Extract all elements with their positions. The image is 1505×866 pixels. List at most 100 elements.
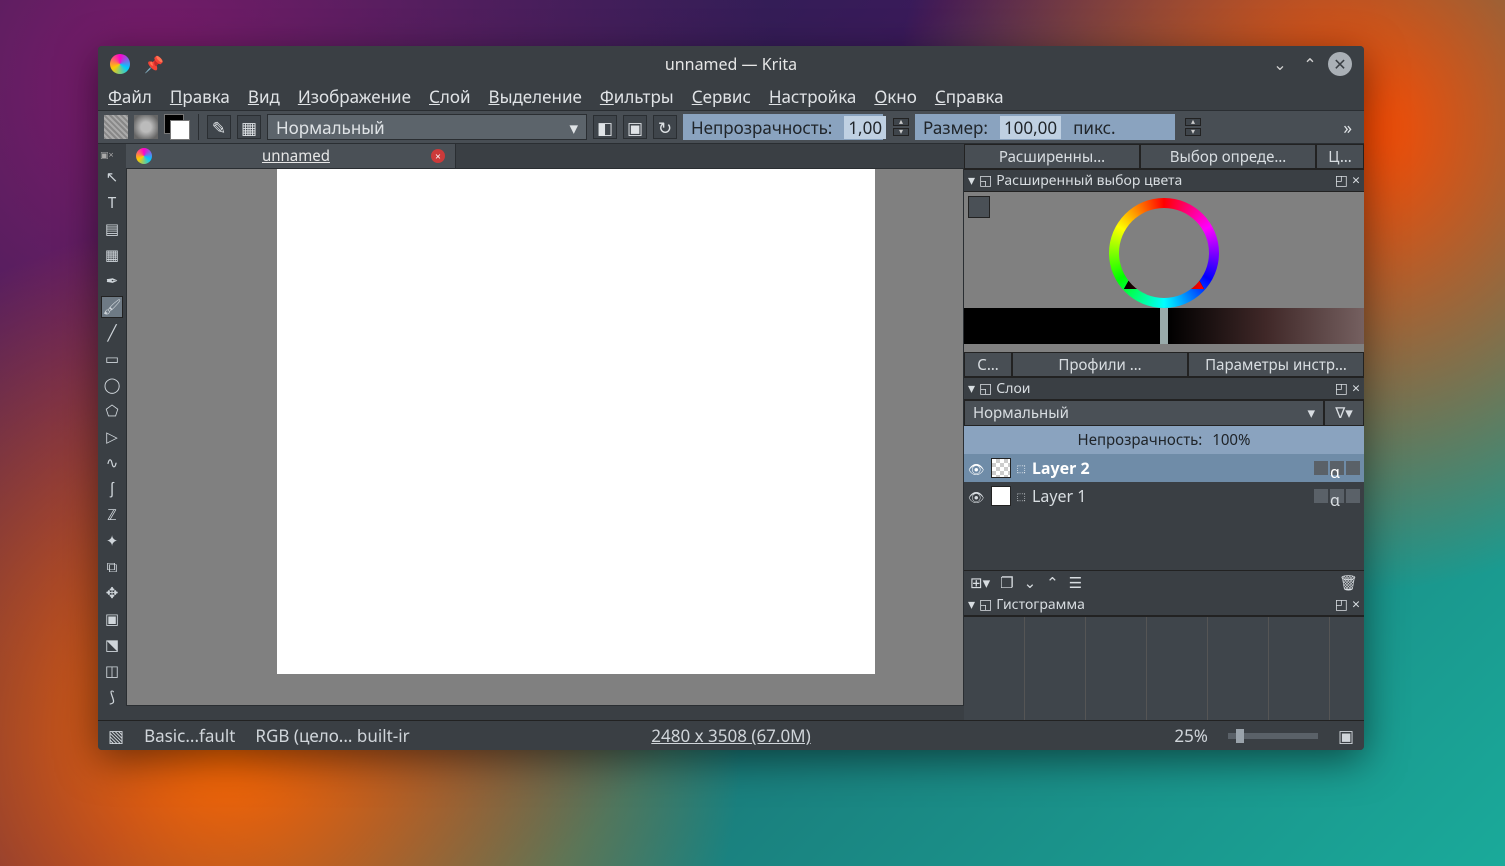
tab-profiles[interactable]: Профили … <box>1012 352 1188 377</box>
horizontal-scrollbar[interactable] <box>126 706 964 720</box>
tab-layers-short[interactable]: С… <box>964 352 1012 377</box>
layer-down-icon[interactable]: ⌄ <box>1024 573 1037 593</box>
tool-line[interactable]: ╱ <box>101 322 123 344</box>
float-icon[interactable]: ◱ <box>979 171 992 190</box>
zoom-slider[interactable] <box>1228 733 1318 739</box>
menu-view[interactable]: Вид <box>248 85 280 108</box>
tool-select[interactable]: ↖ <box>101 166 123 188</box>
tool-brush[interactable]: 🖌 <box>101 296 123 318</box>
layer-name[interactable]: Layer 1 <box>1032 485 1086 507</box>
tool-multibrush[interactable]: ✦ <box>101 530 123 552</box>
color-triangle[interactable] <box>1124 217 1204 289</box>
menu-settings[interactable]: Настройка <box>769 85 857 108</box>
layer-blend-combo[interactable]: Нормальный ▾ <box>964 400 1324 426</box>
toolbar-overflow-icon[interactable]: » <box>1337 116 1358 139</box>
minimize-icon[interactable]: ⌄ <box>1268 52 1292 76</box>
histogram-panel-title[interactable]: ▾ ◱ Гистограмма ◰ × <box>964 594 1364 616</box>
tool-text[interactable]: T <box>101 192 123 214</box>
viewport[interactable] <box>126 168 964 706</box>
layer-opacity-slider[interactable]: Непрозрачность: 100% <box>964 426 1364 454</box>
float-icon[interactable]: ◱ <box>979 379 992 398</box>
tool-dyna[interactable]: ℤ <box>101 504 123 526</box>
layer-up-icon[interactable]: ⌃ <box>1046 573 1059 593</box>
tool-freehand-path[interactable]: ʃ <box>101 478 123 500</box>
delete-layer-icon[interactable]: 🗑 <box>1339 573 1358 593</box>
status-color-profile[interactable]: RGB (цело... built-ir <box>255 724 409 747</box>
layer-locks[interactable]: α <box>1314 489 1360 503</box>
maximize-icon[interactable]: ⌃ <box>1298 52 1322 76</box>
menu-file[interactable]: Файл <box>108 85 152 108</box>
close-icon[interactable]: ✕ <box>1328 52 1352 76</box>
collapse-icon[interactable]: ▾ <box>968 171 975 190</box>
eraser-mode-icon[interactable]: ◧ <box>593 115 617 139</box>
alpha-lock-icon[interactable]: ▣ <box>623 115 647 139</box>
tab-specific-color[interactable]: Выбор опреде… <box>1140 144 1316 169</box>
tool-measure[interactable]: ⟆ <box>101 686 123 708</box>
status-zoom[interactable]: 25% <box>1174 724 1208 747</box>
layer-filter-icon[interactable]: ∇▾ <box>1324 400 1364 426</box>
opacity-spin[interactable]: ▴▾ <box>893 118 909 136</box>
toolbox-header[interactable]: ▣× <box>100 148 124 162</box>
tab-tool-options[interactable]: Параметры инстр… <box>1188 352 1364 377</box>
tool-color-picker[interactable]: ✒ <box>101 270 123 292</box>
undock-icon[interactable]: ◰ <box>1335 171 1348 190</box>
selection-mode-icon[interactable]: ▧ <box>108 724 124 747</box>
titlebar[interactable]: 📌 unnamed — Krita ⌄ ⌃ ✕ <box>98 46 1364 82</box>
pin-icon[interactable]: 📌 <box>144 53 164 75</box>
add-layer-icon[interactable]: ⊞▾ <box>970 573 990 593</box>
panel-close-icon[interactable]: × <box>1352 379 1360 398</box>
document-tab[interactable]: unnamed × <box>126 144 456 168</box>
opacity-slider[interactable]: Непрозрачность: 1,00 <box>683 114 883 140</box>
duplicate-layer-icon[interactable]: ❐ <box>1000 573 1013 593</box>
color-history-icon[interactable] <box>968 196 990 218</box>
tab-close-icon[interactable]: × <box>431 149 445 163</box>
brush-presets-icon[interactable]: ▦ <box>237 115 261 139</box>
blend-mode-combo[interactable]: Нормальный ▾ <box>267 114 587 140</box>
collapse-icon[interactable]: ▾ <box>968 595 975 614</box>
color-selector[interactable] <box>964 192 1364 352</box>
undock-icon[interactable]: ◰ <box>1335 379 1348 398</box>
menu-window[interactable]: Окно <box>874 85 917 108</box>
status-brush[interactable]: Basic...fault <box>144 724 235 747</box>
zoom-full-icon[interactable]: ▣ <box>1338 724 1354 747</box>
layer-row[interactable]: ⬚ Layer 1 α <box>964 482 1364 510</box>
brush-editor-icon[interactable]: ✎ <box>207 115 231 139</box>
tool-polyline[interactable]: ⬠ <box>101 400 123 422</box>
tab-color-short[interactable]: Ц… <box>1316 144 1364 169</box>
color-panel-title[interactable]: ▾ ◱ Расширенный выбор цвета ◰ × <box>964 170 1364 192</box>
layer-name[interactable]: Layer 2 <box>1032 457 1090 479</box>
size-slider[interactable]: Размер: 100,00 пикс. <box>915 114 1175 140</box>
tool-fill[interactable]: ⬔ <box>101 634 123 656</box>
canvas[interactable] <box>277 169 875 674</box>
menu-layer[interactable]: Слой <box>429 85 471 108</box>
visibility-icon[interactable] <box>968 485 985 507</box>
tool-rectangle[interactable]: ▭ <box>101 348 123 370</box>
reload-preset-icon[interactable]: ↻ <box>653 115 677 139</box>
menu-image[interactable]: Изображение <box>298 85 411 108</box>
menu-edit[interactable]: Правка <box>170 85 230 108</box>
tool-assistants[interactable]: ◫ <box>101 660 123 682</box>
tool-move[interactable]: ✥ <box>101 582 123 604</box>
panel-close-icon[interactable]: × <box>1352 595 1360 614</box>
menu-tools[interactable]: Сервис <box>692 85 751 108</box>
gradient-preset-icon[interactable] <box>104 115 128 139</box>
pattern-preset-icon[interactable] <box>134 115 158 139</box>
menu-select[interactable]: Выделение <box>489 85 582 108</box>
tool-ellipse[interactable]: ◯ <box>101 374 123 396</box>
menu-filters[interactable]: Фильтры <box>600 85 674 108</box>
color-shade-bars[interactable] <box>964 308 1364 344</box>
tab-advanced-color[interactable]: Расширенны… <box>964 144 1140 169</box>
tool-bezier[interactable]: ∿ <box>101 452 123 474</box>
collapse-icon[interactable]: ▾ <box>968 379 975 398</box>
tool-transform[interactable]: ▣ <box>101 608 123 630</box>
panel-close-icon[interactable]: × <box>1352 171 1360 190</box>
float-icon[interactable]: ◱ <box>979 595 992 614</box>
undock-icon[interactable]: ◰ <box>1335 595 1348 614</box>
layer-properties-icon[interactable]: ☰ <box>1069 573 1082 593</box>
fg-bg-swatch[interactable] <box>164 114 190 140</box>
color-wheel[interactable] <box>1109 198 1219 308</box>
visibility-icon[interactable] <box>968 457 985 479</box>
layers-panel-title[interactable]: ▾ ◱ Слои ◰ × <box>964 378 1364 400</box>
menu-help[interactable]: Справка <box>935 85 1004 108</box>
layer-row[interactable]: ⬚ Layer 2 α <box>964 454 1364 482</box>
